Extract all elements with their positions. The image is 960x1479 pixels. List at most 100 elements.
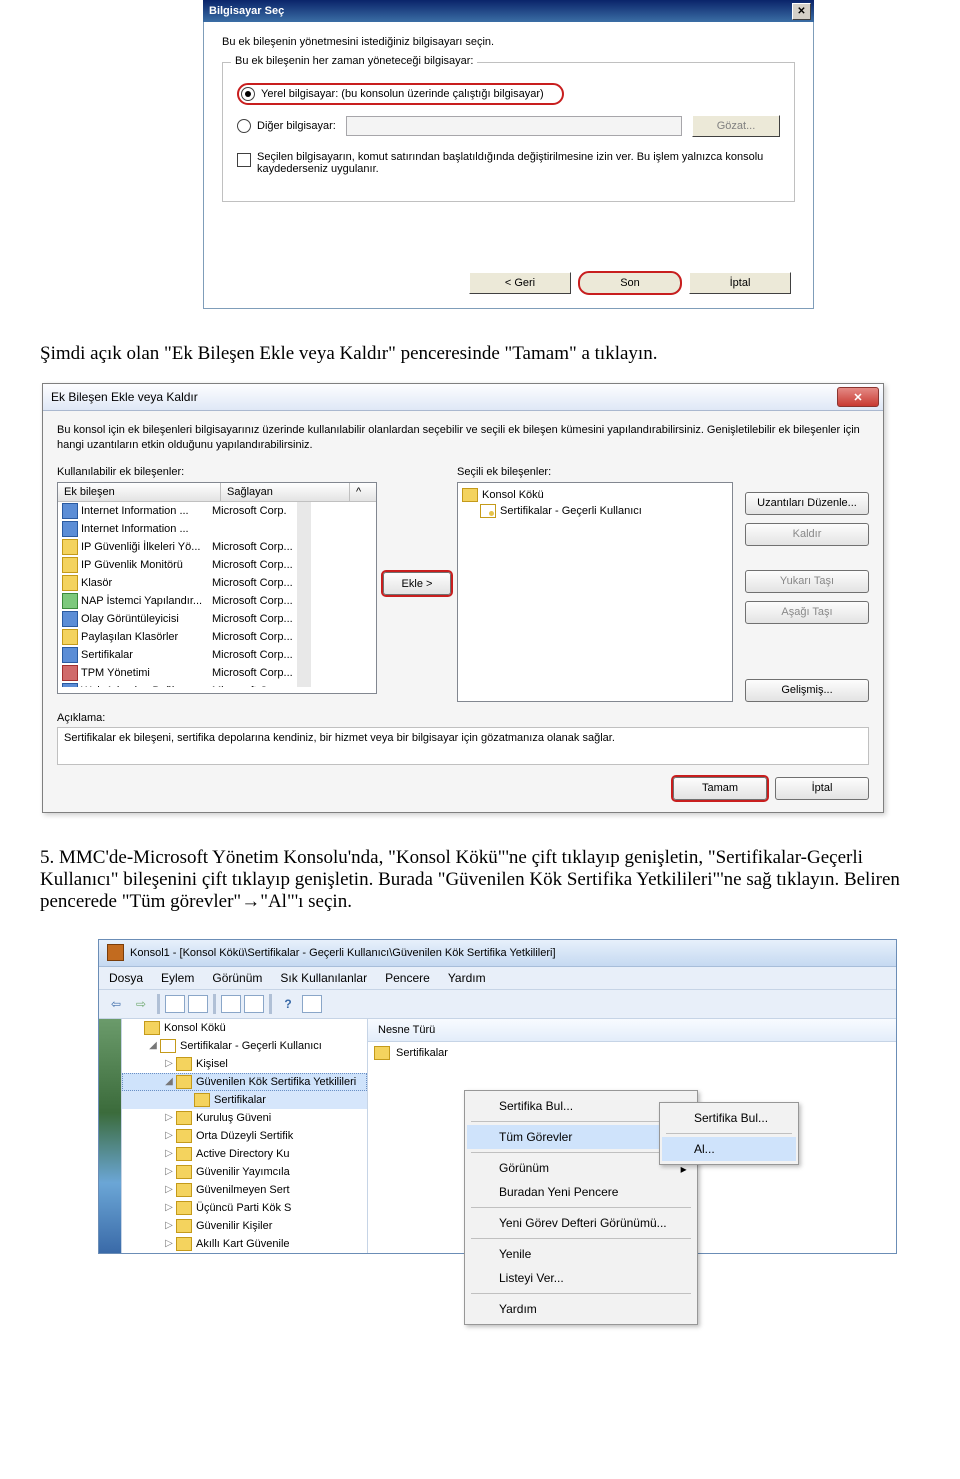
tree-child[interactable]: Sertifikalar - Geçerli Kullanıcı — [462, 503, 728, 519]
radio-local-computer[interactable]: Yerel bilgisayar: (bu konsolun üzerinde … — [237, 83, 564, 105]
snapin-icon — [62, 539, 78, 555]
allow-change-checkbox[interactable]: Seçilen bilgisayarın, komut satırından b… — [237, 151, 780, 175]
list-item[interactable]: IP Güvenliği İlkeleri Yö...Microsoft Cor… — [58, 538, 297, 556]
snapin-icon — [62, 665, 78, 681]
tree-item[interactable]: ◢Güvenilen Kök Sertifika Yetkilileri — [122, 1073, 367, 1091]
snapin-icon — [62, 557, 78, 573]
tree-item[interactable]: ▷Akıllı Kart Güvenile — [122, 1235, 367, 1253]
tree-item[interactable]: ◢Sertifikalar - Geçerli Kullanıcı — [122, 1037, 367, 1055]
refresh-icon[interactable] — [244, 995, 264, 1013]
tree-item[interactable]: ▷Güvenilir Yayımcıla — [122, 1163, 367, 1181]
scroll-up-icon[interactable]: ^ — [350, 483, 376, 501]
radio-icon — [237, 119, 251, 133]
menu-item[interactable]: Görünüm — [212, 971, 262, 985]
menu-bar[interactable]: Dosya Eylem Görünüm Sık Kullanılanlar Pencer… — [99, 967, 896, 990]
list-item[interactable]: NAP İstemci Yapılandır...Microsoft Corp.… — [58, 592, 297, 610]
list-item[interactable]: Paylaşılan KlasörlerMicrosoft Corp... — [58, 628, 297, 646]
help-icon[interactable]: ? — [277, 993, 299, 1015]
list-item[interactable]: Internet Information ...Microsoft Corp. — [58, 502, 297, 520]
menu-taskpad-view[interactable]: Yeni Görev Defteri Görünümü... — [467, 1211, 695, 1235]
toolbar[interactable]: ? — [99, 990, 896, 1019]
add-remove-snapin-dialog: Ek Bileşen Ekle veya Kaldır ✕ Bu konsol … — [42, 383, 884, 813]
radio-other-computer[interactable]: Diğer bilgisayar: — [237, 119, 336, 133]
folder-icon — [176, 1237, 192, 1251]
add-button[interactable]: Ekle > — [383, 572, 451, 595]
tree-item[interactable]: ▷Güvenilir Kişiler — [122, 1217, 367, 1235]
folder-icon — [176, 1111, 192, 1125]
ok-button[interactable]: Tamam — [673, 777, 767, 800]
folder-icon — [176, 1057, 192, 1071]
menu-export-list[interactable]: Listeyi Ver... — [467, 1266, 695, 1290]
tree-item[interactable]: Sertifikalar — [122, 1091, 367, 1109]
tree-item[interactable]: ▷Active Directory Ku — [122, 1145, 367, 1163]
titlebar[interactable]: Ek Bileşen Ekle veya Kaldır ✕ — [43, 384, 883, 411]
menu-item[interactable]: Eylem — [161, 971, 194, 985]
back-button[interactable]: < Geri — [469, 272, 571, 294]
tree-root[interactable]: Konsol Kökü — [462, 487, 728, 503]
tree-item[interactable]: ▷Kuruluş Güveni — [122, 1109, 367, 1127]
folder-icon — [176, 1165, 192, 1179]
separator — [471, 1121, 691, 1122]
certificate-icon — [160, 1039, 176, 1053]
close-icon[interactable]: ✕ — [837, 387, 879, 407]
close-icon[interactable]: ✕ — [792, 3, 811, 20]
doc-paragraph-1: Şimdi açık olan "Ek Bileşen Ekle veya Ka… — [0, 343, 960, 365]
submenu-find-certificate[interactable]: Sertifika Bul... — [662, 1106, 796, 1130]
view-icon[interactable] — [302, 995, 322, 1013]
list-header: Ek bileşen Sağlayan ^ — [58, 483, 376, 502]
instruction-text: Bu konsol için ek bileşenleri bilgisayar… — [57, 423, 869, 454]
certificate-icon — [480, 504, 496, 518]
tree-item[interactable]: ▷Orta Düzeyli Sertifik — [122, 1127, 367, 1145]
menu-item[interactable]: Pencere — [385, 971, 430, 985]
menu-new-window[interactable]: Buradan Yeni Pencere — [467, 1180, 695, 1204]
advanced-button[interactable]: Gelişmiş... — [745, 679, 869, 702]
list-item[interactable]: SertifikalarMicrosoft Corp... — [58, 646, 297, 664]
edit-extensions-button[interactable]: Uzantıları Düzenle... — [745, 492, 869, 515]
dialog-button-bar: Tamam İptal — [57, 777, 869, 800]
result-header: Nesne Türü — [368, 1019, 896, 1042]
separator — [471, 1238, 691, 1239]
finish-button[interactable]: Son — [579, 272, 681, 294]
cancel-button[interactable]: İptal — [775, 777, 869, 800]
checkbox-label: Seçilen bilgisayarın, komut satırından b… — [257, 151, 780, 175]
available-snapins-list[interactable]: Ek bileşen Sağlayan ^ Internet Informati… — [57, 482, 377, 694]
list-item[interactable]: Internet Information ... — [58, 520, 297, 538]
list-item[interactable]: IP Güvenlik MonitörüMicrosoft Corp... — [58, 556, 297, 574]
cancel-button[interactable]: İptal — [689, 272, 791, 294]
scrollbar[interactable] — [297, 502, 311, 687]
submenu-import[interactable]: Al... — [662, 1137, 796, 1161]
show-tree-icon[interactable] — [165, 995, 185, 1013]
console-tree[interactable]: Konsol Kökü◢Sertifikalar - Geçerli Kulla… — [122, 1019, 368, 1253]
list-item[interactable]: TPM YönetimiMicrosoft Corp... — [58, 664, 297, 682]
menu-item[interactable]: Dosya — [109, 971, 143, 985]
forward-icon[interactable] — [130, 993, 152, 1015]
menu-refresh[interactable]: Yenile — [467, 1242, 695, 1266]
back-icon[interactable] — [105, 993, 127, 1015]
list-item[interactable]: KlasörMicrosoft Corp... — [58, 574, 297, 592]
tree-item[interactable]: Konsol Kökü — [122, 1019, 367, 1037]
folder-icon — [462, 488, 478, 502]
list-item[interactable]: Web Adresine BağlaMicrosoft Corp... — [58, 682, 297, 687]
menu-item[interactable]: Yardım — [448, 971, 486, 985]
tree-item[interactable]: ▷Kişisel — [122, 1055, 367, 1073]
tree-item[interactable]: ▷Üçüncü Parti Kök S — [122, 1199, 367, 1217]
folder-icon — [176, 1201, 192, 1215]
selected-snapins-tree[interactable]: Konsol Kökü Sertifikalar - Geçerli Kulla… — [457, 482, 733, 702]
other-computer-input — [346, 116, 682, 136]
export-icon[interactable] — [221, 995, 241, 1013]
properties-icon[interactable] — [188, 995, 208, 1013]
checkbox-icon — [237, 153, 251, 167]
snapin-icon — [62, 629, 78, 645]
titlebar[interactable]: Konsol1 - [Konsol Kökü\Sertifikalar - Ge… — [99, 940, 896, 967]
tasks-submenu[interactable]: Sertifika Bul... Al... — [659, 1102, 799, 1165]
menu-item[interactable]: Sık Kullanılanlar — [280, 971, 367, 985]
list-item[interactable]: Olay GörüntüleyicisiMicrosoft Corp... — [58, 610, 297, 628]
tree-item[interactable]: ▷Güvenilmeyen Sert — [122, 1181, 367, 1199]
menu-help[interactable]: Yardım — [467, 1297, 695, 1321]
folder-icon — [176, 1219, 192, 1233]
move-up-button: Yukarı Taşı — [745, 570, 869, 593]
available-snapins-panel: Kullanılabilir ek bileşenler: Ek bileşen… — [57, 466, 377, 702]
result-item[interactable]: Sertifikalar — [374, 1046, 890, 1060]
select-computer-dialog: Bilgisayar Seç ✕ Bu ek bileşenin yönetme… — [203, 0, 814, 309]
titlebar[interactable]: Bilgisayar Seç ✕ — [203, 0, 814, 22]
